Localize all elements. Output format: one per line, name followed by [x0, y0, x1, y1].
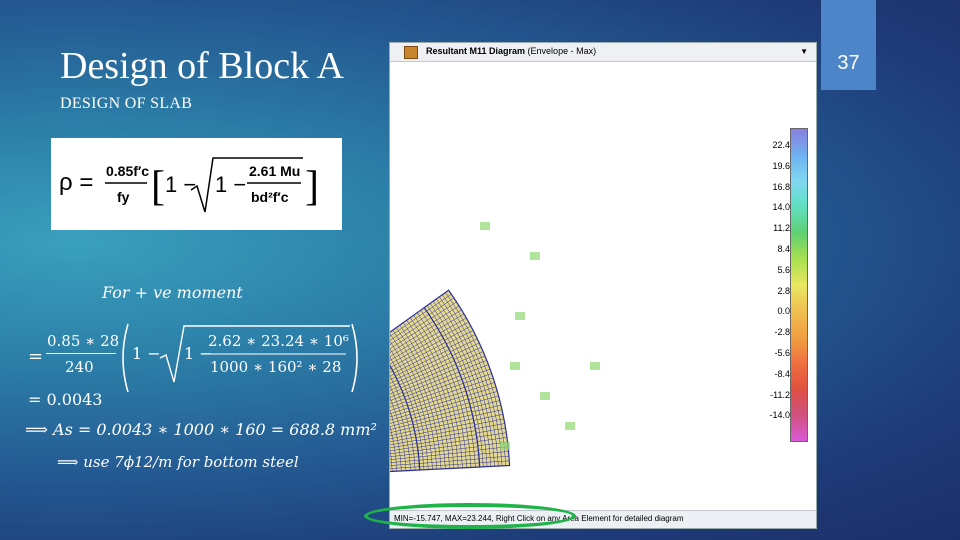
moment-diagram-window[interactable]: Resultant M11 Diagram (Envelope - Max) ▼… — [389, 42, 817, 529]
page-number-box — [821, 0, 876, 90]
shell-mesh-diagram — [390, 222, 600, 473]
window-title: Resultant M11 Diagram (Envelope - Max) — [426, 46, 596, 56]
slide-title: Design of Block A — [60, 45, 344, 87]
calc-paren-left — [122, 323, 129, 393]
formula-inner-den: bd²f′c — [251, 189, 289, 205]
calc-frac2-num: 2.62 ∗ 23.24 ∗ 10⁶ — [208, 332, 349, 350]
mesh-green-patch — [500, 442, 510, 450]
formula-num: 0.85f′c — [106, 163, 149, 179]
formula-image: ρ = 0.85f′c fy [ 1 − 1 − 2.61 Mu bd²f′c … — [51, 138, 342, 230]
formula-bracket-left: [ — [151, 164, 165, 210]
status-highlight-ellipse — [364, 503, 576, 529]
calc-frac1-line — [46, 353, 116, 354]
legend-label: -2.8 — [774, 327, 790, 338]
window-title-rest: (Envelope - Max) — [527, 46, 597, 56]
calc-frac2-den: 1000 ∗ 160² ∗ 28 — [210, 358, 342, 376]
mesh-green-patch — [510, 362, 520, 370]
formula-bracket-right: ] — [305, 164, 319, 210]
app-icon — [404, 46, 418, 59]
legend-label: 8.4 — [777, 244, 790, 254]
rho-formula: ρ = 0.85f′c fy [ 1 − 1 − 2.61 Mu bd²f′c … — [59, 157, 319, 213]
legend-label: 16.8 — [772, 181, 790, 192]
formula-one: 1 − — [165, 172, 196, 197]
calc-heading: For + ve moment — [102, 283, 243, 302]
mesh-green-patch — [590, 362, 600, 370]
window-titlebar: Resultant M11 Diagram (Envelope - Max) ▼ — [390, 43, 816, 62]
calc-one-minus: 1 − — [132, 344, 161, 363]
mesh-green-patch — [530, 252, 540, 260]
legend-label: 11.2 — [773, 223, 790, 234]
legend-label: 0.0 — [777, 306, 790, 317]
calc-eq-prefix: = — [28, 346, 44, 367]
legend-label: 2.8 — [777, 285, 790, 296]
calc-frac1-num: 0.85 ∗ 28 — [47, 332, 120, 350]
formula-inner-num: 2.61 Mu — [249, 163, 300, 179]
legend-label: -8.4 — [774, 368, 790, 379]
legend-label: -14.0 — [769, 410, 790, 421]
mesh-green-patch — [480, 222, 490, 230]
calc-as-line: ⟹ As = 0.0043 ∗ 1000 ∗ 160 = 688.8 mm² — [25, 420, 377, 439]
legend-label: -11.2 — [770, 389, 790, 400]
legend-label: 19.6 — [772, 160, 790, 171]
formula-one-inner: 1 − — [215, 172, 246, 197]
mesh-green-patch — [540, 392, 550, 400]
mesh-green-patch — [515, 312, 525, 320]
window-title-bold: Resultant M11 Diagram — [426, 46, 526, 56]
mesh-green-patch — [565, 422, 575, 430]
formula-rho: ρ = — [59, 169, 93, 196]
calc-frac1-den: 240 — [65, 358, 94, 376]
legend-color-bar — [790, 128, 808, 442]
calc-use-line: ⟹ use 7ϕ12/m for bottom steel — [57, 453, 299, 471]
calc-paren-right — [351, 323, 358, 393]
legend-label: 5.6 — [777, 264, 790, 275]
dropdown-arrow-icon[interactable]: ▼ — [800, 47, 808, 56]
legend-label: 22.4 — [772, 140, 790, 150]
legend-label: 14.0 — [772, 202, 790, 213]
calc-result: = 0.0043 — [28, 390, 103, 409]
legend-label: -5.6 — [774, 348, 790, 358]
page-number: 37 — [837, 52, 860, 74]
formula-den: fy — [117, 189, 130, 205]
slide-subtitle: DESIGN OF SLAB — [60, 95, 193, 112]
